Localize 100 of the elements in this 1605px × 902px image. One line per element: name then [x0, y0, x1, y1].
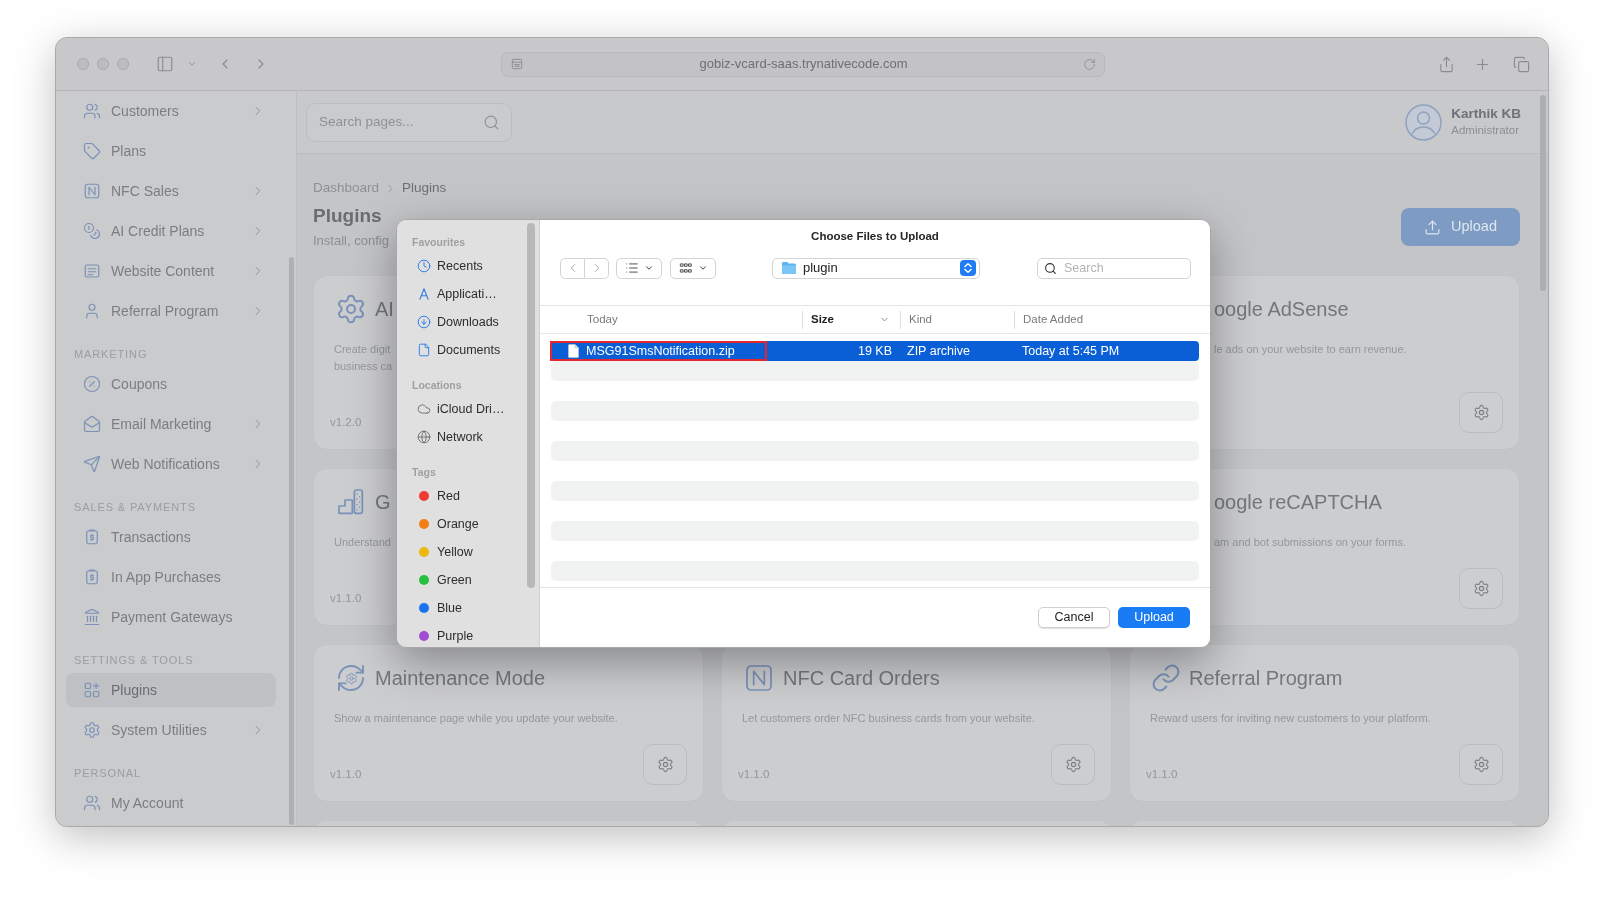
- list-view-button[interactable]: [616, 257, 662, 279]
- list-icon: [624, 261, 639, 275]
- reload-icon[interactable]: [1083, 57, 1096, 71]
- sidebar-item[interactable]: Transactions: [66, 520, 276, 554]
- forward-button[interactable]: [585, 257, 609, 279]
- settings-button[interactable]: [1459, 744, 1503, 785]
- column-header[interactable]: Kind: [900, 310, 1014, 329]
- back-button[interactable]: [560, 257, 585, 279]
- plugin-title: oogle reCAPTCHA: [1214, 490, 1382, 515]
- places-item[interactable]: Purple: [397, 622, 515, 647]
- column-header[interactable]: Date Added: [1014, 310, 1210, 329]
- envelope-icon: [83, 415, 101, 433]
- zoom-window-button[interactable]: [117, 58, 129, 70]
- places-item[interactable]: Recents: [397, 252, 515, 280]
- tag-icon: [83, 142, 101, 160]
- places-item[interactable]: Network: [397, 423, 515, 451]
- places-item[interactable]: Blue: [397, 594, 515, 622]
- settings-icon: [1472, 756, 1490, 773]
- sidebar-item[interactable]: Plans: [66, 134, 276, 168]
- settings-icon: [1064, 756, 1082, 773]
- plugin-version: v1.1.0: [330, 766, 362, 782]
- sidebar-item[interactable]: Referral Program: [66, 294, 276, 328]
- cancel-button[interactable]: Cancel: [1038, 607, 1110, 628]
- coins-icon: [83, 222, 101, 240]
- chevron-down-icon: [697, 263, 708, 273]
- tabs-overview-icon[interactable]: [1513, 55, 1530, 73]
- sidebar-section-heading: Locations: [412, 378, 462, 394]
- gear-refresh-icon: [335, 662, 367, 694]
- sidebar-item[interactable]: In App Purchases: [66, 560, 276, 594]
- column-header[interactable]: Size: [802, 310, 900, 329]
- sidebar-item[interactable]: Payment Gateways: [66, 600, 276, 634]
- avatar-icon[interactable]: [1405, 103, 1443, 141]
- file-kind: ZIP archive: [906, 342, 970, 360]
- sidebar-item[interactable]: Web Notifications: [66, 447, 276, 481]
- sidebar-item[interactable]: Website Content: [66, 254, 276, 288]
- file-row[interactable]: MSG91SmsNotification.zip 19 KB ZIP archive Today at 5:45 PM: [551, 341, 1199, 361]
- scrollbar[interactable]: [527, 223, 535, 588]
- chevron-down-icon: [643, 263, 654, 273]
- places-item[interactable]: Orange: [397, 510, 515, 538]
- plugin-version: v1.1.0: [1146, 766, 1178, 782]
- sidebar-item[interactable]: Plugins: [66, 673, 276, 707]
- cog-icon: [335, 293, 367, 325]
- plugin-title: NFC Card Orders: [783, 666, 940, 691]
- grid-icon: [678, 261, 693, 275]
- upload-confirm-button[interactable]: Upload: [1118, 607, 1190, 628]
- places-item[interactable]: Applicati…: [397, 280, 515, 308]
- sidebar-item[interactable]: My Account: [66, 786, 276, 820]
- share-icon[interactable]: [1438, 55, 1455, 73]
- plugin-title: oogle AdSense: [1214, 297, 1349, 322]
- close-window-button[interactable]: [77, 58, 89, 70]
- places-item[interactable]: Green: [397, 566, 515, 594]
- places-item[interactable]: Downloads: [397, 308, 515, 336]
- minimize-window-button[interactable]: [97, 58, 109, 70]
- globe-icon: [417, 430, 431, 444]
- people-icon: [83, 794, 101, 812]
- file-size: 19 KB: [857, 342, 893, 360]
- places-item[interactable]: Documents: [397, 336, 515, 364]
- places-item[interactable]: iCloud Dri…: [397, 395, 515, 423]
- scrollbar[interactable]: [1540, 95, 1546, 291]
- grid-view-button[interactable]: [670, 257, 716, 279]
- places-item[interactable]: Yellow: [397, 538, 515, 566]
- user-name: Karthik KB: [1451, 105, 1521, 122]
- sidebar-section-heading: Favourites: [412, 235, 466, 251]
- breadcrumb-current: Plugins: [402, 178, 447, 197]
- sidebar-item[interactable]: Coupons: [66, 367, 276, 401]
- address-bar[interactable]: gobiz-vcard-saas.trynativecode.com: [501, 51, 1105, 77]
- link-icon: [1151, 663, 1181, 693]
- stepper-icon: [960, 260, 976, 276]
- document-icon: [417, 343, 431, 357]
- plugin-version: v1.2.0: [330, 414, 362, 430]
- sidebar-item[interactable]: Customers: [66, 94, 276, 128]
- scrollbar[interactable]: [289, 257, 294, 825]
- column-header[interactable]: Today: [540, 310, 802, 329]
- user-role: Administrator: [1451, 123, 1520, 138]
- sidebar-toggle-icon[interactable]: [156, 55, 174, 73]
- sidebar-item[interactable]: Email Marketing: [66, 407, 276, 441]
- sidebar-item[interactable]: AI Credit Plans: [66, 214, 276, 248]
- folder-popup[interactable]: plugin: [772, 257, 980, 279]
- plugin-version: v1.1.0: [738, 766, 770, 782]
- sidebar-item[interactable]: System Utilities: [66, 713, 276, 747]
- letter-a-icon: [417, 287, 431, 301]
- settings-button[interactable]: [1459, 392, 1503, 433]
- upload-button[interactable]: Upload: [1401, 208, 1520, 246]
- search-field[interactable]: Search: [1037, 257, 1191, 279]
- clock-icon: [417, 259, 431, 273]
- chevron-down-icon[interactable]: [187, 59, 197, 69]
- places-item[interactable]: Red: [397, 482, 515, 510]
- folder-icon: [781, 261, 797, 275]
- people-icon: [83, 102, 101, 120]
- plugin-title: Referral Program: [1189, 666, 1343, 691]
- settings-icon: [1472, 580, 1490, 597]
- settings-icon: [1472, 404, 1490, 421]
- sidebar-item[interactable]: NFC Sales: [66, 174, 276, 208]
- settings-button[interactable]: [1051, 744, 1095, 785]
- settings-button[interactable]: [1459, 568, 1503, 609]
- settings-button[interactable]: [643, 744, 687, 785]
- dialog-title: Choose Files to Upload: [811, 229, 939, 245]
- file-icon: [568, 344, 579, 358]
- page-subtitle: Install, config: [313, 233, 389, 249]
- nfc-icon: [743, 662, 775, 694]
